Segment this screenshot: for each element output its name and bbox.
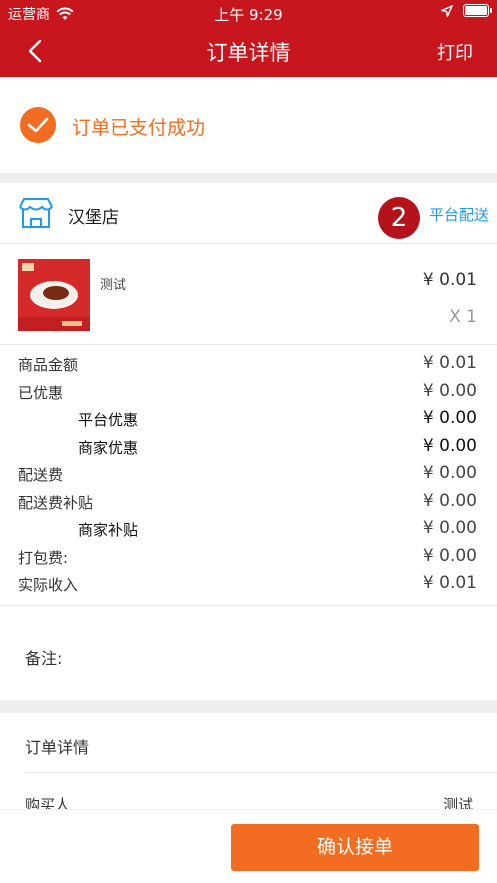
amount-label: 配送费 bbox=[18, 466, 64, 484]
print-button[interactable]: 打印 bbox=[437, 39, 473, 65]
amount-label: 商家优惠 bbox=[78, 438, 139, 457]
amount-value: ¥ 0.00 bbox=[422, 380, 477, 401]
product-price: ¥ 0.01 bbox=[422, 270, 477, 290]
payment-status: 订单已支付成功 bbox=[0, 77, 497, 173]
page-title: 订单详情 bbox=[206, 41, 291, 65]
store-row: 汉堡店 2 平台配送 bbox=[0, 183, 497, 244]
amount-label: 平台优惠 bbox=[78, 411, 139, 429]
order-detail-title: 订单详情 bbox=[25, 738, 90, 757]
status-bar: 运营商 上午 9:29 bbox=[0, 0, 497, 26]
amount-value: ¥ 0.00 bbox=[422, 435, 477, 456]
amount-row-actual-income: 实际收入 ¥ 0.01 bbox=[0, 571, 497, 599]
section-gap bbox=[0, 700, 497, 713]
amount-label: 商家补贴 bbox=[78, 521, 139, 539]
battery-icon bbox=[463, 4, 492, 17]
amount-label: 实际收入 bbox=[18, 576, 79, 594]
amount-value: ¥ 0.00 bbox=[422, 490, 477, 511]
amount-row-merchant-discount: 商家优惠 ¥ 0.00 bbox=[0, 434, 497, 462]
store-name: 汉堡店 bbox=[68, 208, 119, 228]
amount-value: ¥ 0.01 bbox=[422, 353, 477, 373]
remark-label: 备注: bbox=[25, 649, 63, 668]
amount-value: ¥ 0.00 bbox=[422, 518, 477, 538]
payment-status-text: 订单已支付成功 bbox=[72, 117, 206, 139]
amount-row-packing-fee: 打包费: ¥ 0.00 bbox=[0, 544, 497, 572]
product-image bbox=[18, 259, 90, 331]
amount-row-discount: 已优惠 ¥ 0.00 bbox=[0, 379, 497, 407]
amount-label: 配送费补贴 bbox=[18, 493, 94, 512]
confirm-order-button[interactable]: 确认接单 bbox=[231, 824, 479, 871]
amount-label: 已优惠 bbox=[18, 383, 64, 402]
product-name: 测试 bbox=[100, 278, 127, 293]
amount-row-delivery-subsidy: 配送费补贴 ¥ 0.00 bbox=[0, 489, 497, 517]
divider bbox=[0, 605, 497, 606]
nav-bar: 订单详情 打印 bbox=[0, 26, 497, 77]
amount-value: ¥ 0.00 bbox=[422, 545, 477, 566]
amount-row-merchant-subsidy: 商家补贴 ¥ 0.00 bbox=[0, 516, 497, 544]
shop-icon bbox=[19, 198, 53, 228]
delivery-type: 平台配送 bbox=[428, 206, 489, 224]
amount-value: ¥ 0.01 bbox=[422, 573, 477, 593]
product-quantity: X 1 bbox=[449, 307, 477, 327]
amount-value: ¥ 0.00 bbox=[422, 463, 477, 483]
amount-label: 商品金额 bbox=[18, 356, 79, 374]
amount-row-delivery-fee: 配送费 ¥ 0.00 bbox=[0, 461, 497, 489]
amount-list: 商品金额 ¥ 0.01 已优惠 ¥ 0.00 平台优惠 ¥ 0.00 商家优惠 … bbox=[0, 351, 497, 599]
divider bbox=[25, 772, 497, 773]
amount-row-platform-discount: 平台优惠 ¥ 0.00 bbox=[0, 406, 497, 434]
location-arrow-icon bbox=[441, 4, 453, 17]
amount-row-goods: 商品金额 ¥ 0.01 bbox=[0, 351, 497, 379]
clock: 上午 9:29 bbox=[214, 6, 283, 24]
header: 运营商 上午 9:29 订单详情 打印 bbox=[0, 0, 497, 77]
bottom-bar: 确认接单 bbox=[0, 809, 497, 883]
amount-value: ¥ 0.00 bbox=[422, 408, 477, 428]
section-gap bbox=[0, 173, 497, 183]
product-row: 测试 ¥ 0.01 X 1 bbox=[0, 245, 497, 345]
check-icon bbox=[20, 107, 56, 143]
amount-label: 打包费: bbox=[18, 548, 69, 567]
order-number-badge: 2 bbox=[378, 197, 420, 239]
